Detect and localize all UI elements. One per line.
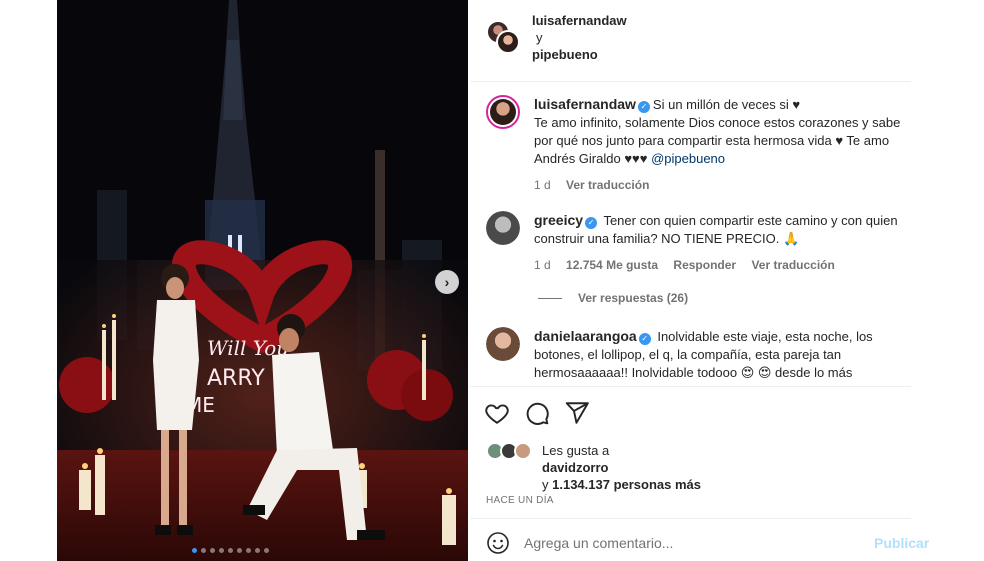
collab-avatars[interactable] bbox=[486, 20, 522, 56]
carousel-dot bbox=[201, 548, 206, 553]
divider bbox=[470, 386, 911, 387]
caption-line1: Si un millón de veces si ♥ bbox=[652, 97, 801, 112]
header-conjunction: y bbox=[536, 30, 543, 45]
likes-and: y bbox=[542, 477, 549, 492]
verified-icon: ✓ bbox=[638, 333, 651, 345]
carousel-dot bbox=[192, 548, 197, 553]
carousel-dot bbox=[246, 548, 251, 553]
proposal-photo: Will You ARRY ME bbox=[57, 0, 468, 561]
caption-text: luisafernandaw ✓ Si un millón de veces si … bbox=[534, 95, 911, 194]
avatar bbox=[514, 442, 532, 460]
carousel-dot bbox=[210, 548, 215, 553]
chevron-right-icon: › bbox=[444, 274, 450, 290]
post-details-panel: luisafernandaw y pipebueno luisafernanda… bbox=[470, 0, 929, 561]
view-replies-button[interactable]: Ver respuestas (26) bbox=[538, 291, 688, 305]
likes-user[interactable]: davidzorro bbox=[542, 459, 701, 476]
verified-icon: ✓ bbox=[637, 101, 650, 113]
comment-meta: 1 d 12.754 Me gusta Responder Ver traduc… bbox=[534, 256, 911, 274]
comment-text: greeicy ✓ Tener con quien compartir este … bbox=[534, 211, 911, 274]
comment-age: 1 d bbox=[534, 178, 551, 192]
comment-username[interactable]: danielaarangoa bbox=[534, 328, 637, 344]
view-replies-label: Ver respuestas (26) bbox=[578, 291, 689, 305]
comment-text: danielaarangoa ✓ Inolvidable este viaje, … bbox=[534, 327, 911, 382]
carousel-indicator bbox=[192, 548, 269, 553]
comment-input[interactable] bbox=[524, 529, 854, 557]
comments-list[interactable]: luisafernandaw ✓ Si un millón de veces si … bbox=[470, 83, 911, 386]
mention-link[interactable]: @pipebueno bbox=[651, 151, 725, 166]
likes-summary: Les gusta a davidzorro y 1.134.137 perso… bbox=[542, 442, 701, 493]
likes-prefix: Les gusta a bbox=[542, 443, 610, 458]
comment-meta: 1 d Ver traducción bbox=[534, 176, 911, 194]
verified-icon: ✓ bbox=[585, 217, 598, 229]
translate-link[interactable]: Ver traducción bbox=[751, 258, 834, 272]
collab-users: luisafernandaw y pipebueno bbox=[532, 12, 627, 63]
svg-text:ARRY: ARRY bbox=[207, 366, 265, 391]
comment-age: 1 d bbox=[534, 258, 551, 272]
likes-avatars[interactable] bbox=[486, 442, 538, 462]
reply-button[interactable]: Responder bbox=[673, 258, 736, 272]
replies-line bbox=[538, 297, 562, 299]
avatar[interactable] bbox=[486, 211, 520, 245]
carousel-dot bbox=[219, 548, 224, 553]
carousel-dot bbox=[255, 548, 260, 553]
heart-icon[interactable] bbox=[484, 400, 510, 426]
share-icon[interactable] bbox=[564, 400, 590, 426]
action-bar bbox=[484, 400, 590, 426]
avatar[interactable] bbox=[486, 95, 520, 129]
avatar bbox=[496, 30, 520, 54]
post-media[interactable]: Will You ARRY ME › bbox=[57, 0, 468, 561]
comment-likes[interactable]: 12.754 Me gusta bbox=[566, 258, 658, 272]
carousel-dot bbox=[228, 548, 233, 553]
post-header: luisafernandaw y pipebueno bbox=[470, 0, 911, 82]
comment-icon[interactable] bbox=[524, 400, 550, 426]
comment-username[interactable]: greeicy bbox=[534, 212, 583, 228]
carousel-dot bbox=[264, 548, 269, 553]
header-user-1[interactable]: luisafernandaw bbox=[532, 12, 627, 29]
carousel-dot bbox=[237, 548, 242, 553]
avatar[interactable] bbox=[486, 327, 520, 361]
publish-button[interactable]: Publicar bbox=[874, 535, 929, 551]
comment-bar: Publicar bbox=[470, 518, 929, 561]
comment-username[interactable]: luisafernandaw bbox=[534, 96, 636, 112]
next-image-button[interactable]: › bbox=[435, 270, 459, 294]
translate-link[interactable]: Ver traducción bbox=[566, 178, 649, 192]
post-time[interactable]: HACE UN DÍA bbox=[486, 495, 554, 506]
header-user-2[interactable]: pipebueno bbox=[532, 46, 627, 63]
likes-count[interactable]: 1.134.137 personas más bbox=[552, 477, 701, 492]
emoji-icon[interactable] bbox=[486, 531, 510, 555]
